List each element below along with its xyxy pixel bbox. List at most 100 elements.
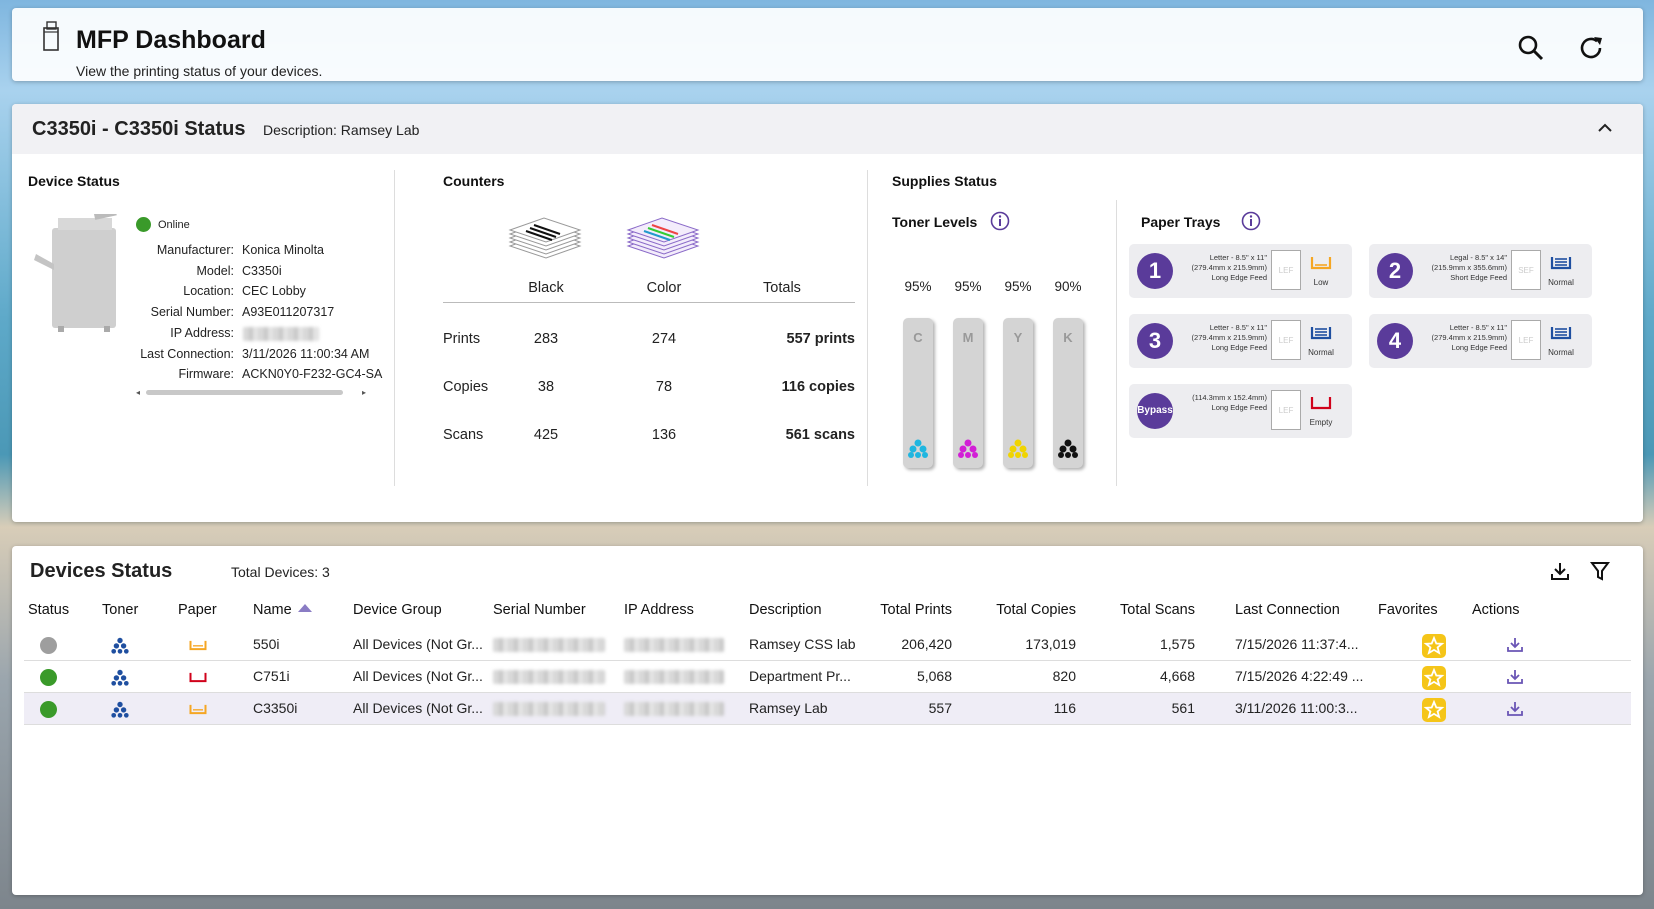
favorite-star-button[interactable] (1422, 698, 1446, 722)
counter-black: 425 (533, 427, 559, 443)
color-pages-icon (626, 217, 700, 259)
tray-level-icon (1309, 394, 1333, 412)
tray-feed-type: Long Edge Feed (1211, 403, 1267, 412)
tray-number-badge: 3 (1137, 323, 1173, 359)
horizontal-scrollbar[interactable]: ◂ ▸ (136, 388, 366, 397)
favorite-star-button[interactable] (1422, 666, 1446, 690)
column-header[interactable]: Serial Number (493, 602, 586, 618)
tray-paper-info: Legal - 8.5" x 14" (215.9mm x 355.6mm) Sho… (1415, 253, 1507, 283)
toner-drops-icon (1008, 438, 1028, 458)
total-copies: 116 (1053, 700, 1076, 716)
total-prints: 5,068 (916, 668, 952, 684)
table-row[interactable]: C751i All Devices (Not Gr... Department Pr… (24, 661, 1631, 693)
column-header[interactable]: Toner (102, 602, 138, 618)
counter-color: 274 (651, 331, 677, 347)
total-prints: 206,420 (901, 636, 952, 652)
column-header[interactable]: Description (749, 602, 822, 618)
column-header-label: Total Scans (1120, 602, 1195, 618)
column-header[interactable]: Actions (1472, 602, 1520, 618)
device-status-heading: Device Status (28, 173, 120, 189)
counter-col-color: Color (646, 280, 682, 296)
field-value: ACKN0Y0-F232-GC4-SA (242, 367, 383, 382)
counter-row-label: Prints (443, 331, 481, 347)
column-header-label: Status (28, 602, 70, 618)
device-name: C751i (253, 668, 290, 684)
status-dot (40, 701, 57, 718)
tray-paper-dims: (279.4mm x 215.9mm) (1431, 333, 1507, 342)
column-header[interactable]: Total Scans (1112, 602, 1195, 618)
tray-paper-info: Letter - 8.5" x 11" (279.4mm x 215.9mm) Lo… (1175, 323, 1267, 353)
device-description: Ramsey Lab (749, 700, 828, 716)
toner-cartridge: C (903, 318, 933, 468)
paper-tray-card[interactable]: Bypass (114.3mm x 152.4mm) Long Edge Feed L… (1129, 384, 1352, 438)
total-devices: Total Devices: 3 (231, 564, 330, 580)
toner-levels-heading: Toner Levels (892, 214, 978, 230)
tray-paper-dims: (215.9mm x 355.6mm) (1431, 263, 1507, 272)
column-header[interactable]: Device Group (353, 602, 442, 618)
trays-info-icon[interactable] (1241, 211, 1261, 231)
column-header[interactable]: Total Prints (862, 602, 952, 618)
paper-tray-card[interactable]: 4 Letter - 8.5" x 11" (279.4mm x 215.9mm) L… (1369, 314, 1592, 368)
column-header[interactable]: Favorites (1378, 602, 1438, 618)
download-action-icon[interactable] (1506, 668, 1524, 686)
column-header-label: Toner (102, 602, 139, 618)
toner-info-icon[interactable] (990, 211, 1010, 231)
sort-ascending-icon[interactable] (297, 604, 312, 612)
tray-status: Low (1313, 278, 1329, 287)
ip-address-redacted (243, 326, 319, 341)
column-header-label: Last Connection (1235, 602, 1340, 618)
paper-tray-icon (188, 637, 208, 653)
field-label: Location: (183, 284, 234, 299)
search-icon[interactable] (1515, 32, 1547, 64)
column-header-label: Paper (178, 602, 217, 618)
tray-feed-type: Long Edge Feed (1211, 343, 1267, 352)
page-title: MFP Dashboard (76, 26, 266, 54)
last-connection: 7/15/2026 4:22:49 ... (1235, 668, 1364, 684)
column-header[interactable]: Name (253, 602, 312, 618)
toner-letter: K (1063, 330, 1073, 345)
toner-letter: Y (1013, 330, 1023, 345)
column-header[interactable]: Status (28, 602, 69, 618)
supplies-heading: Supplies Status (892, 173, 998, 189)
paper-tray-card[interactable]: 2 Legal - 8.5" x 14" (215.9mm x 355.6mm) Sh… (1369, 244, 1592, 298)
tray-level-icon (1309, 254, 1333, 272)
black-pages-icon (508, 217, 582, 259)
paper-tray-card[interactable]: 3 Letter - 8.5" x 11" (279.4mm x 215.9mm) L… (1129, 314, 1352, 368)
tray-paper-dims: (114.3mm x 152.4mm) (1192, 393, 1267, 402)
tray-feed-orientation: LEF (1511, 320, 1541, 360)
column-header[interactable]: Paper (178, 602, 217, 618)
devices-list-panel: Devices Status Total Devices: 3 Status To… (12, 546, 1643, 895)
column-header[interactable]: Last Connection (1235, 602, 1340, 618)
tray-paper-dims: (279.4mm x 215.9mm) (1191, 263, 1267, 272)
download-action-icon[interactable] (1506, 700, 1524, 718)
tray-feed-orientation: LEF (1271, 320, 1301, 360)
tray-status: Normal (1548, 348, 1574, 357)
toner-letter: C (913, 330, 923, 345)
download-icon[interactable] (1549, 560, 1571, 582)
toner-drops-icon (958, 438, 978, 458)
table-row[interactable]: C3350i All Devices (Not Gr... Ramsey Lab 55… (24, 693, 1631, 725)
column-header[interactable]: Total Copies (982, 602, 1076, 618)
serial-redacted (493, 670, 605, 684)
tray-feed-type: Long Edge Feed (1451, 343, 1507, 352)
device-group: All Devices (Not Gr... (353, 668, 483, 684)
toner-percent: 90% (1054, 279, 1082, 294)
table-row[interactable]: 550i All Devices (Not Gr... Ramsey CSS lab… (24, 629, 1631, 661)
paper-tray-card[interactable]: 1 Letter - 8.5" x 11" (279.4mm x 215.9mm) L… (1129, 244, 1352, 298)
paper-tray-icon (188, 701, 208, 717)
refresh-icon[interactable] (1575, 32, 1607, 64)
toner-drops-icon (1058, 438, 1078, 458)
tray-level-icon (1549, 324, 1573, 342)
filter-icon[interactable] (1589, 560, 1611, 582)
toner-percent: 95% (954, 279, 982, 294)
counter-color: 78 (655, 379, 673, 395)
tray-status: Normal (1308, 348, 1334, 357)
tray-number-badge: 2 (1377, 253, 1413, 289)
download-action-icon[interactable] (1506, 636, 1524, 654)
favorite-star-button[interactable] (1422, 634, 1446, 658)
serial-redacted (493, 702, 605, 716)
chevron-up-icon[interactable] (1595, 118, 1615, 138)
column-header-label: Description (749, 602, 822, 618)
column-header[interactable]: IP Address (624, 602, 694, 618)
column-header-label: Total Copies (996, 602, 1076, 618)
